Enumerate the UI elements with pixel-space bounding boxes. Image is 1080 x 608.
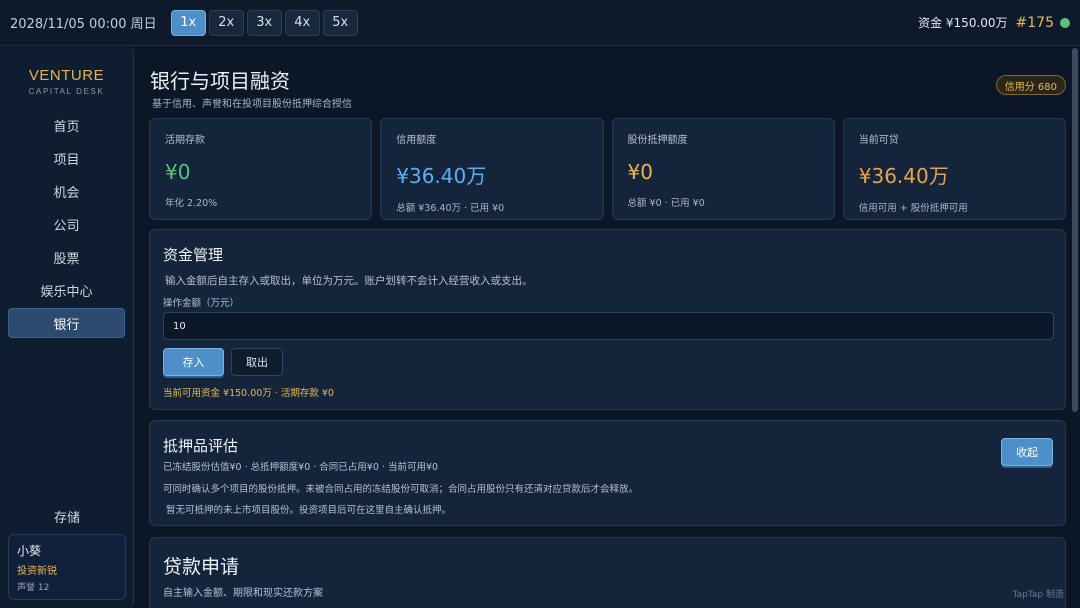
- stat-label: 活期存款: [165, 135, 205, 146]
- rank-display: #175: [1015, 14, 1054, 31]
- user-title: 投资新锐: [17, 566, 57, 577]
- collateral-summary: 已冻结股份估值¥0 · 总抵押额度¥0 · 合同已占用¥0 · 当前可用¥0: [163, 462, 439, 473]
- main-content: 银行与项目融资 基于信用、声誉和在投项目股份抵押综合授信 信用分 680 活期存…: [149, 47, 1066, 608]
- stat-note: 信用可用 + 股份抵押可用: [858, 203, 968, 214]
- stat-card-deposit: 活期存款 ¥0 年化 2.20%: [149, 118, 373, 220]
- stat-value: ¥36.40万: [858, 164, 949, 188]
- speed-5x-button[interactable]: 5x: [322, 9, 358, 36]
- loan-subtitle: 自主输入金额、期限和现实还款方案: [163, 588, 323, 599]
- stat-label: 当前可贷: [858, 135, 899, 146]
- stat-card-credit-limit: 信用额度 ¥36.40万 总额 ¥36.40万 · 已用 ¥0: [380, 118, 604, 220]
- card-title: 资金管理: [163, 246, 224, 264]
- speed-1x-button[interactable]: 1x: [170, 9, 206, 36]
- stat-value: ¥36.40万: [396, 164, 487, 188]
- brand-title: VENTURE: [28, 67, 105, 84]
- user-name: 小葵: [17, 544, 42, 558]
- collapse-button[interactable]: 收起: [1001, 438, 1053, 466]
- card-title: 贷款申请: [163, 556, 240, 578]
- amount-input-label: 操作金额（万元）: [163, 298, 240, 309]
- sidebar-item-storage[interactable]: 存储: [0, 507, 134, 526]
- card-description: 输入金额后自主存入或取出，单位为万元。账户划转不会计入经营收入或支出。: [165, 275, 533, 287]
- funds-display: 资金 ¥150.00万: [918, 16, 1008, 30]
- collateral-empty-note: 暂无可抵押的未上市项目股份。投资项目后可在这里自主确认抵押。: [166, 505, 452, 516]
- stat-value: ¥0: [165, 160, 191, 184]
- sidebar-item-home[interactable]: 首页: [8, 110, 125, 140]
- sidebar-item-bank[interactable]: 银行: [8, 308, 125, 338]
- stat-card-collateral-limit: 股份抵押额度 ¥0 总额 ¥0 · 已用 ¥0: [611, 118, 835, 220]
- sidebar-item-stocks[interactable]: 股票: [8, 242, 125, 272]
- watermark: TapTap 制造: [1012, 590, 1064, 600]
- sidebar-item-projects[interactable]: 项目: [8, 143, 125, 173]
- sidebar-nav: 首页 项目 机会 公司 股票 娱乐中心 银行: [0, 110, 133, 338]
- page-subtitle: 基于信用、声誉和在投项目股份抵押综合授信: [152, 99, 352, 110]
- stat-note: 总额 ¥36.40万 · 已用 ¥0: [396, 203, 505, 214]
- top-bar: 2028/11/05 00:00 周日 1x 2x 3x 4x 5x 资金 ¥1…: [0, 0, 1080, 46]
- user-card[interactable]: 小葵 投资新锐 声誉 12: [8, 534, 126, 600]
- loan-application-card: 贷款申请 自主输入金额、期限和现实还款方案: [149, 537, 1066, 608]
- speed-2x-button[interactable]: 2x: [208, 9, 244, 36]
- withdraw-button[interactable]: 取出: [231, 348, 283, 376]
- user-reputation: 声誉 12: [17, 583, 50, 593]
- stat-note: 年化 2.20%: [165, 198, 218, 209]
- funds-status: 当前可用资金 ¥150.00万 · 活期存款 ¥0: [163, 388, 334, 399]
- page-title: 银行与项目融资: [150, 69, 290, 93]
- game-date: 2028/11/05 00:00 周日: [10, 17, 157, 32]
- sidebar-item-opportunities[interactable]: 机会: [8, 176, 125, 206]
- sidebar: VENTURE CAPITAL DESK 首页 项目 机会 公司 股票 娱乐中心…: [0, 47, 134, 608]
- funds-management-card: 资金管理 输入金额后自主存入或取出，单位为万元。账户划转不会计入经营收入或支出。…: [149, 229, 1066, 410]
- amount-input[interactable]: [163, 312, 1054, 340]
- sidebar-item-entertainment[interactable]: 娱乐中心: [8, 275, 125, 305]
- brand-logo: VENTURE CAPITAL DESK: [0, 67, 133, 96]
- credit-score-badge: 信用分 680: [995, 75, 1066, 95]
- speed-3x-button[interactable]: 3x: [246, 9, 282, 36]
- sidebar-item-companies[interactable]: 公司: [8, 209, 125, 239]
- card-title: 抵押品评估: [163, 437, 239, 455]
- topbar-status: 资金 ¥150.00万 #175: [918, 14, 1070, 31]
- deposit-button[interactable]: 存入: [163, 348, 224, 376]
- online-status-icon: [1060, 17, 1070, 28]
- stats-row: 活期存款 ¥0 年化 2.20% 信用额度 ¥36.40万 总额 ¥36.40万…: [149, 118, 1066, 220]
- stat-label: 信用额度: [396, 135, 437, 146]
- speed-4x-button[interactable]: 4x: [284, 9, 320, 36]
- page-scrollbar[interactable]: [1072, 48, 1078, 412]
- stat-note: 总额 ¥0 · 已用 ¥0: [627, 198, 705, 209]
- collateral-note: 可同时确认多个项目的股份抵押。未被合同占用的冻结股份可取消；合同占用股份只有还清…: [163, 484, 639, 495]
- stat-value: ¥0: [627, 160, 653, 184]
- collateral-card: 抵押品评估 已冻结股份估值¥0 · 总抵押额度¥0 · 合同已占用¥0 · 当前…: [149, 420, 1066, 526]
- brand-subtitle: CAPITAL DESK: [28, 87, 105, 96]
- stat-label: 股份抵押额度: [627, 135, 688, 146]
- stat-card-available-loan: 当前可贷 ¥36.40万 信用可用 + 股份抵押可用: [842, 118, 1066, 220]
